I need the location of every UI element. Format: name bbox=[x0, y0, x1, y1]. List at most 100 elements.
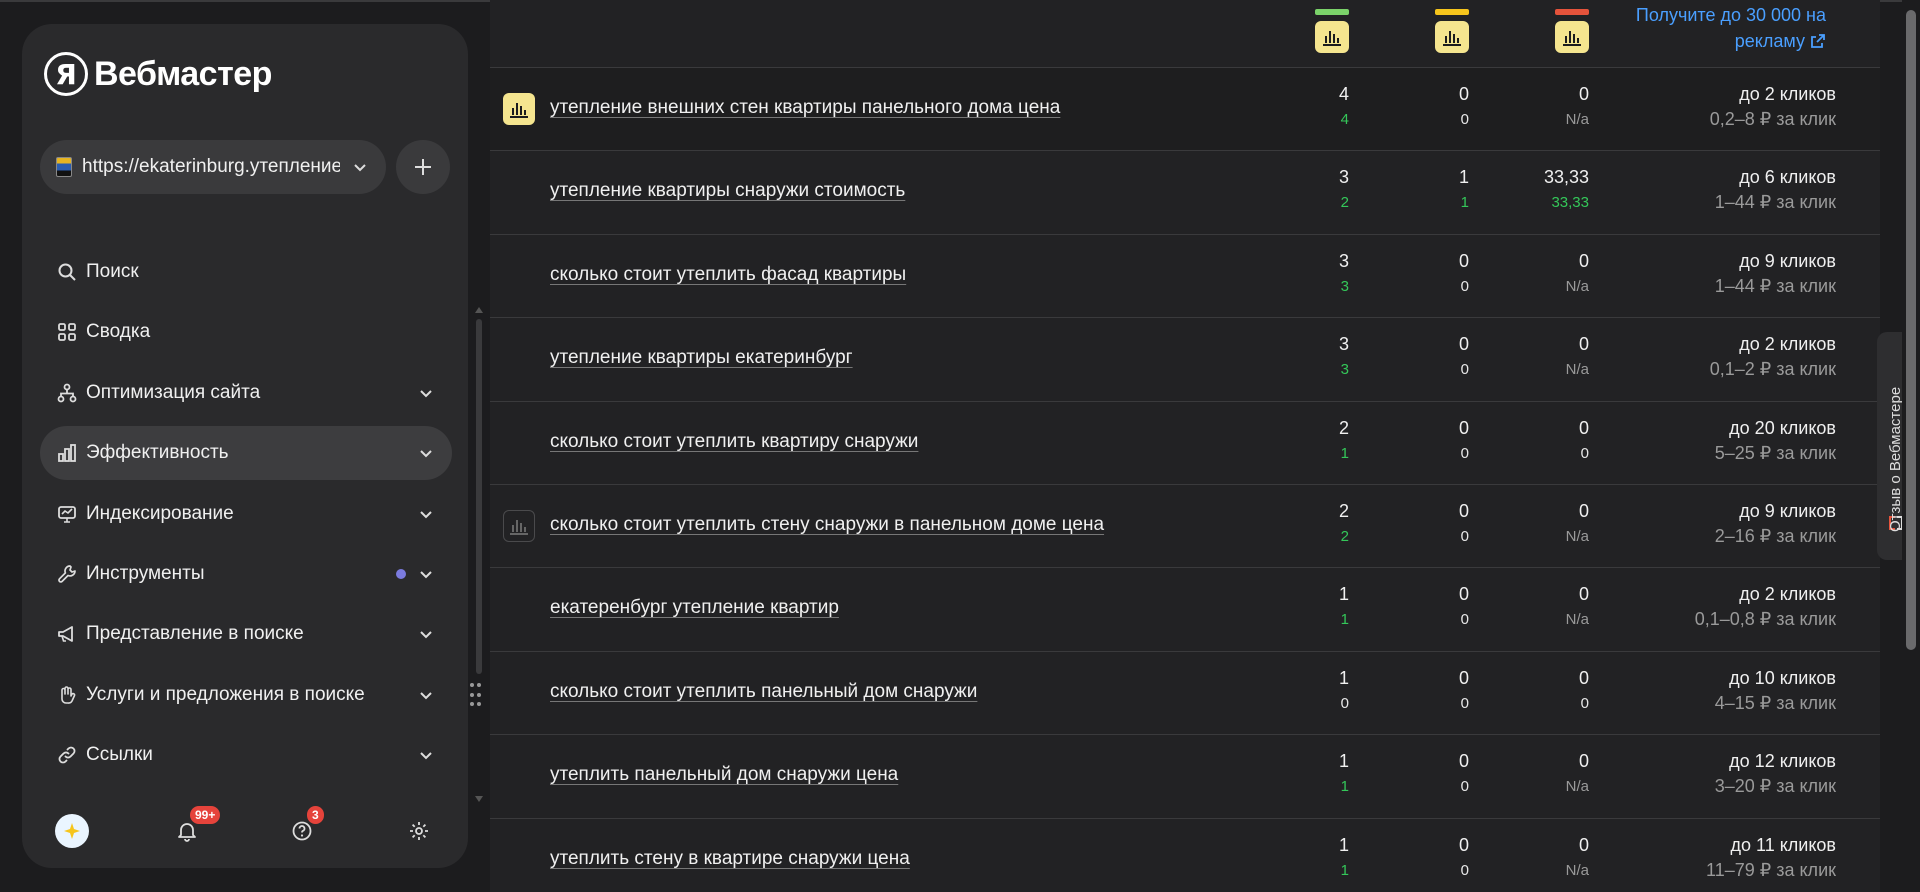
megaphone-icon bbox=[56, 623, 78, 645]
bar-chart-icon[interactable] bbox=[503, 510, 535, 542]
column-header-red[interactable] bbox=[1555, 9, 1589, 53]
nav-item-indexing[interactable]: Индексирование bbox=[40, 487, 452, 541]
cell-delta: N/a bbox=[1565, 111, 1589, 128]
cell-value: 0 bbox=[1458, 667, 1469, 688]
cell-delta: 2 bbox=[1340, 528, 1349, 545]
yandex-logo-icon: Я bbox=[44, 52, 88, 96]
column-header-yellow[interactable] bbox=[1435, 9, 1469, 53]
help-button[interactable]: 3 bbox=[285, 806, 324, 848]
cell-value: 33,33 bbox=[1543, 167, 1589, 188]
cell-value: 1 bbox=[1338, 834, 1349, 855]
app-title: Вебмастер bbox=[94, 54, 272, 93]
sidebar-scroll-down-arrow[interactable] bbox=[475, 796, 483, 802]
cell-shows: 33 bbox=[1249, 235, 1349, 295]
query-link[interactable]: утеплить панельный дом снаружи цена bbox=[550, 764, 898, 786]
clicks-forecast: до 11 кликов bbox=[1730, 834, 1837, 855]
notifications-button[interactable]: 99+ bbox=[170, 806, 221, 848]
query-link[interactable]: екатеренбург утепление квартир bbox=[550, 597, 839, 619]
nav-item-services[interactable]: Услуги и предложения в поиске bbox=[40, 668, 452, 722]
nav-label: Индексирование bbox=[86, 502, 234, 524]
query-link[interactable]: сколько стоит утеплить панельный дом сна… bbox=[550, 681, 977, 703]
cell-value: 0 bbox=[1458, 751, 1469, 772]
plus-icon bbox=[415, 159, 431, 175]
cell-ctr: 33,33 33,33 bbox=[1489, 151, 1589, 211]
query-link[interactable]: сколько стоит утеплить квартиру снаружи bbox=[550, 431, 918, 453]
cell-clicks: 00 bbox=[1369, 819, 1469, 879]
nav-item-summary[interactable]: Сводка bbox=[40, 305, 452, 359]
nav-item-search[interactable]: Поиск bbox=[40, 245, 452, 299]
sidebar-scroll-up-arrow[interactable] bbox=[475, 307, 483, 313]
query-link[interactable]: утепление квартиры екатеринбург bbox=[550, 347, 853, 369]
cell-delta: 2 bbox=[1340, 194, 1349, 212]
cell-shows: 11 bbox=[1249, 568, 1349, 628]
cell-value: 0 bbox=[1578, 501, 1589, 521]
column-header-green[interactable] bbox=[1315, 9, 1349, 53]
price-per-click: 0,1–2 ₽ за клик bbox=[1709, 359, 1836, 380]
sidebar-scrollbar[interactable] bbox=[476, 319, 482, 674]
cell-value: 0 bbox=[1458, 84, 1469, 104]
cell-ad-forecast: до 9 кликов 2–16 ₽ за клик bbox=[1576, 485, 1836, 547]
table-row: екатеренбург утепление квартир 1 1 0 0 0 N/a до… bbox=[490, 568, 1880, 652]
cell-clicks: 00 bbox=[1369, 652, 1469, 712]
cell-value: 0 bbox=[1578, 667, 1589, 688]
nav-item-tools[interactable]: Инструменты bbox=[40, 547, 452, 601]
cell-delta: 0 bbox=[1460, 861, 1469, 879]
cell-clicks: 00 bbox=[1369, 402, 1469, 462]
cell-value: 3 bbox=[1338, 334, 1349, 355]
page-scrollbar-thumb[interactable] bbox=[1906, 10, 1916, 650]
cell-clicks: 00 bbox=[1369, 485, 1469, 545]
cell-value: 2 bbox=[1338, 501, 1349, 521]
table-row: утеплить стену в квартире снаружи цена 1 1… bbox=[490, 819, 1880, 892]
page-scrollbar[interactable] bbox=[1902, 0, 1920, 892]
cell-shows: 32 bbox=[1249, 151, 1349, 211]
sidebar-resize-handle[interactable] bbox=[470, 683, 486, 709]
nav-label: Оптимизация сайта bbox=[86, 381, 261, 403]
nav-label: Ссылки bbox=[86, 744, 153, 766]
price-per-click: 4–15 ₽ за клик bbox=[1714, 692, 1836, 713]
query-link[interactable]: сколько стоит утеплить стену снаружи в п… bbox=[550, 514, 1104, 536]
add-site-button[interactable] bbox=[396, 140, 450, 194]
cell-ctr: 0 N/a bbox=[1489, 68, 1589, 128]
ad-promo-link[interactable]: Получите до 30 000 на рекламу bbox=[1606, 2, 1826, 54]
cell-clicks: 00 bbox=[1369, 735, 1469, 795]
price-per-click: 11–79 ₽ за клик bbox=[1706, 859, 1836, 880]
cell-ctr: 0 N/a bbox=[1489, 485, 1589, 545]
cell-delta: 0 bbox=[1460, 694, 1469, 712]
question-icon bbox=[292, 821, 312, 841]
bar-chart-icon[interactable] bbox=[503, 93, 535, 125]
site-selector[interactable]: https://ekaterinburg.утепление bbox=[40, 140, 386, 194]
cell-delta: N/a bbox=[1565, 528, 1589, 545]
new-indicator-dot bbox=[396, 568, 406, 579]
cell-delta: N/a bbox=[1565, 778, 1589, 796]
chevron-down-icon bbox=[416, 443, 436, 463]
cell-ctr: 0 N/a bbox=[1489, 318, 1589, 378]
query-link[interactable]: утепление квартиры снаружи стоимость bbox=[550, 180, 905, 202]
table-row: утепление внешних стен квартиры панельно… bbox=[490, 68, 1880, 152]
nav-label: Представление в поиске bbox=[86, 623, 304, 645]
cell-ctr: 0 N/a bbox=[1489, 735, 1589, 795]
nav-item-optimization[interactable]: Оптимизация сайта bbox=[40, 366, 452, 420]
clicks-forecast: до 10 кликов bbox=[1729, 667, 1836, 688]
logo[interactable]: Я Вебмастер bbox=[44, 52, 272, 96]
query-link[interactable]: утепление внешних стен квартиры панельно… bbox=[550, 97, 1060, 119]
settings-button[interactable] bbox=[402, 814, 436, 848]
cell-shows: 11 bbox=[1249, 819, 1349, 879]
cell-value: 0 bbox=[1578, 584, 1589, 605]
chevron-down-icon bbox=[416, 383, 436, 403]
cell-value: 0 bbox=[1578, 334, 1589, 355]
query-link[interactable]: утеплить стену в квартире снаружи цена bbox=[550, 848, 910, 870]
bar-chart-icon bbox=[1435, 21, 1469, 53]
table-row: утеплить панельный дом снаружи цена 1 1 0 0 0… bbox=[490, 735, 1880, 819]
user-avatar[interactable] bbox=[55, 814, 89, 848]
gear-icon bbox=[410, 822, 428, 840]
query-link[interactable]: сколько стоит утеплить фасад квартиры bbox=[550, 264, 906, 286]
price-per-click: 2–16 ₽ за клик bbox=[1714, 526, 1836, 546]
cell-delta: 1 bbox=[1340, 778, 1349, 796]
cell-delta: 0 bbox=[1460, 444, 1469, 462]
cell-value: 0 bbox=[1458, 334, 1469, 355]
price-per-click: 0,2–8 ₽ за клик bbox=[1709, 109, 1836, 129]
nav-item-search-appearance[interactable]: Представление в поиске bbox=[40, 607, 452, 661]
cell-clicks: 11 bbox=[1369, 151, 1469, 211]
nav-item-efficiency[interactable]: Эффективность bbox=[40, 426, 452, 481]
nav-item-links[interactable]: Ссылки bbox=[40, 728, 452, 782]
